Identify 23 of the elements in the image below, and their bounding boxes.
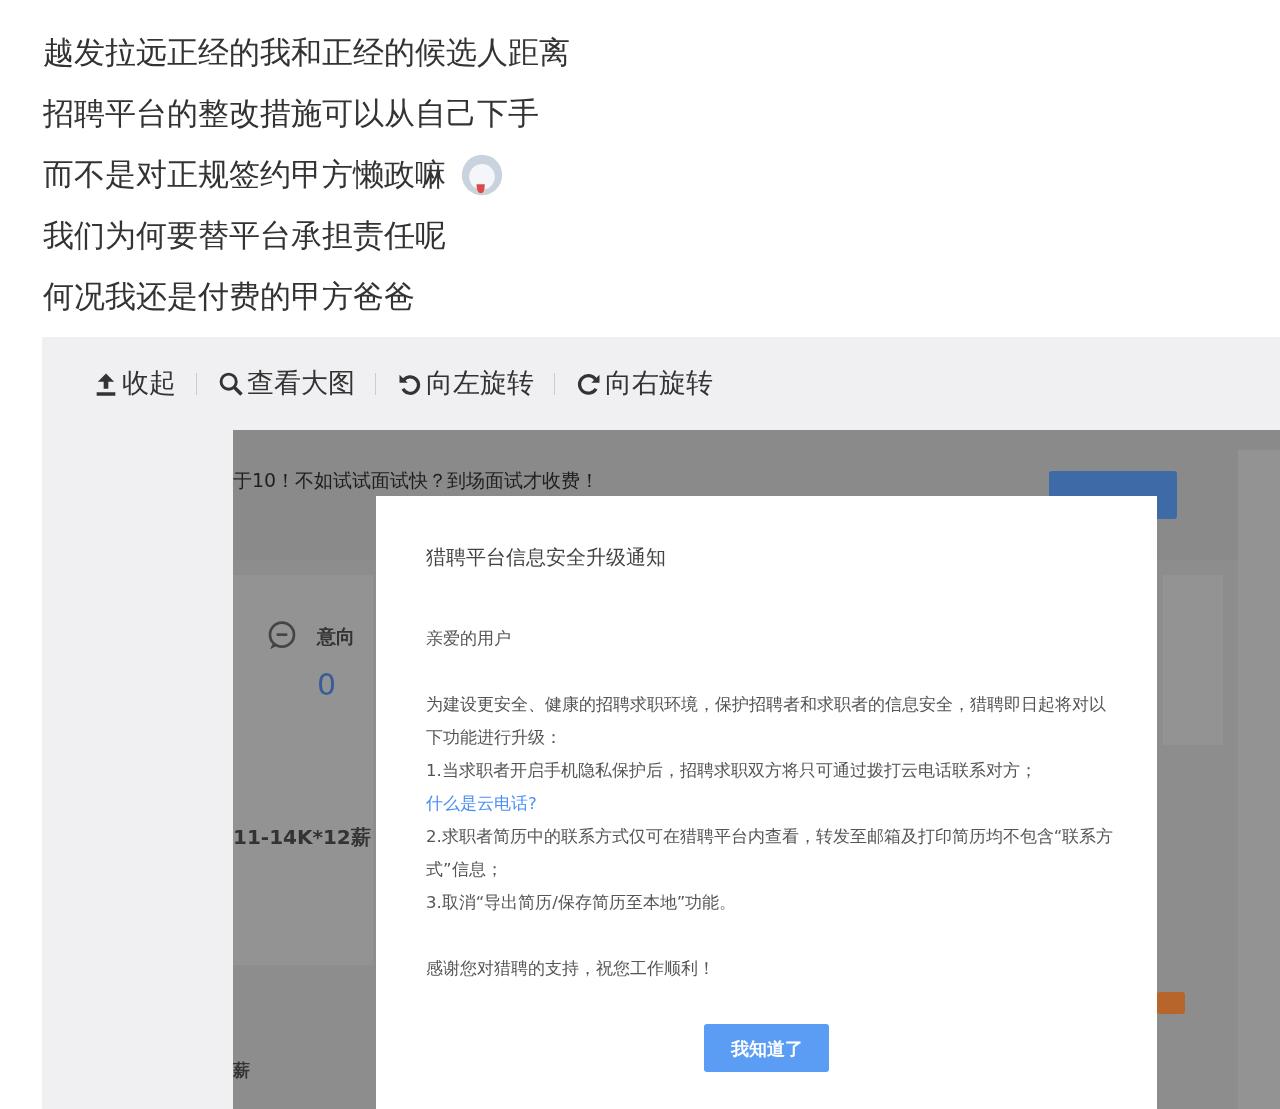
notice-item: 1.当求职者开启手机隐私保护后，招聘求职双方将只可通过拨打云电话联系对方； — [426, 760, 1038, 782]
intro-text: 为建设更安全、健康的招聘求职环境，保护招聘者和求职者的信息安全，猎聘即日起将对以下功能进行升级： — [426, 694, 1107, 749]
notice-item: 2.求职者简历中的联系方式仅可在猎聘平台内查看，转发至邮箱及打印简历均不包含“联系方式”信息； — [426, 826, 1115, 881]
toolbar-button[interactable]: 向左旋转 — [396, 363, 554, 404]
stat-label: 意向 — [317, 624, 355, 649]
chat-icon — [266, 620, 298, 652]
post-text: 招聘平台的整改措施可以从自己下手 — [43, 94, 539, 133]
post-text: 而不是对正规签约甲方懒政嘛 — [43, 155, 446, 194]
greeting-text: 亲爱的用户 — [426, 628, 512, 650]
banner-text: 于10！不如试试面试快？到场面试才收费！ — [233, 468, 600, 492]
toolbar-button[interactable]: 向右旋转 — [575, 363, 733, 404]
salary-text: 薪 — [233, 1059, 250, 1082]
tag-background — [1157, 992, 1185, 1014]
stat-value: 0 — [317, 666, 337, 704]
toolbar-button[interactable]: 查看大图 — [217, 363, 375, 404]
post-text: 何况我还是付费的甲方爸爸 — [43, 277, 415, 316]
post-text: 越发拉远正经的我和正经的候选人距离 — [43, 33, 570, 72]
salary-text: 11-14K*12薪 — [233, 824, 371, 851]
toolbar-button[interactable]: 收起 — [92, 363, 196, 404]
notice-item: 3.取消“导出简历/保存简历至本地”功能。 — [426, 892, 738, 914]
thanks-text: 感谢您对猎聘的支持，祝您工作顺利！ — [426, 958, 716, 980]
post-text: 我们为何要替平台承担责任呢 — [43, 216, 446, 255]
dialog-title: 猎聘平台信息安全升级通知 — [426, 544, 667, 571]
